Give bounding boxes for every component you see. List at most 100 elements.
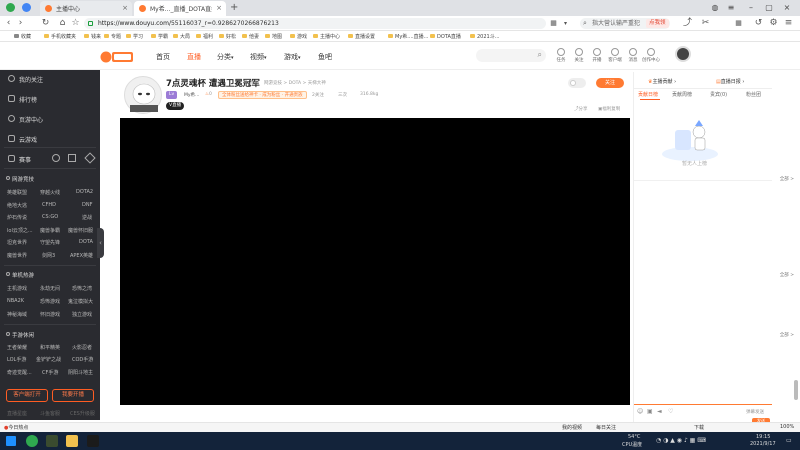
category-link[interactable]: 鬼泣模拟大 xyxy=(68,298,93,305)
start-icon[interactable] xyxy=(6,436,16,446)
tab-fan-club[interactable]: 粉丝团 xyxy=(746,91,761,98)
creator-center-button[interactable]: 创作中心 xyxy=(642,48,660,63)
minimize-icon[interactable]: – xyxy=(744,2,758,14)
tab-vip[interactable]: 贵宾(0) xyxy=(710,91,727,98)
category-link[interactable]: 独立游戏 xyxy=(72,311,92,318)
bookmark-item[interactable]: 好松 xyxy=(219,33,236,40)
footer-link[interactable]: CES升级服 xyxy=(70,410,95,417)
back-icon[interactable]: ‹ xyxy=(3,18,14,29)
reload-icon[interactable]: ↻ xyxy=(40,18,51,29)
category-link[interactable]: 神秘海域 xyxy=(7,311,27,318)
nav-live[interactable]: 直播 xyxy=(187,52,201,62)
task-icon-button[interactable]: 任务 xyxy=(552,48,570,63)
client-open-button[interactable]: 客户端打开 xyxy=(6,389,48,402)
sidebar-item-event[interactable]: 赛事 xyxy=(8,155,31,164)
category-link[interactable]: 阴阳斗地主 xyxy=(68,369,93,376)
star-icon[interactable]: ☆ xyxy=(70,18,81,29)
category-link[interactable]: 穿越火线 xyxy=(40,189,60,196)
category-link[interactable]: 守望先锋 xyxy=(40,239,60,246)
emoji-icon[interactable]: ☺ xyxy=(637,408,643,415)
sidebar-item-cloudgame[interactable]: 云游戏 xyxy=(8,135,37,144)
streamer-name[interactable]: My希... xyxy=(184,92,199,98)
theme-toggle[interactable] xyxy=(568,78,586,88)
maximize-icon[interactable]: ▢ xyxy=(762,2,776,14)
sidebar-item-ranking[interactable]: 排行榜 xyxy=(8,95,37,104)
grid-icon[interactable]: ▦ xyxy=(548,18,559,29)
more-icon[interactable]: ≡ xyxy=(783,18,794,29)
tab-daily-rank[interactable]: 贡献日榜 xyxy=(638,91,658,98)
bookmark-item[interactable]: My希....直播... xyxy=(388,33,428,40)
vertical-scrollbar[interactable] xyxy=(794,380,798,400)
start-streaming-button[interactable]: 我要开播 xyxy=(52,389,94,402)
category-link[interactable]: DNF xyxy=(82,202,92,208)
category-link[interactable]: CFHD xyxy=(42,202,56,208)
share-icon[interactable]: ⤴ xyxy=(682,18,693,29)
category-link[interactable]: 和平精英 xyxy=(40,344,60,351)
user-avatar[interactable] xyxy=(675,46,691,62)
category-link[interactable]: 绝地大逃 xyxy=(7,202,27,209)
video-player[interactable] xyxy=(120,118,630,405)
category-link[interactable]: 剑网3 xyxy=(42,252,55,259)
category-link[interactable]: 王者荣耀 xyxy=(7,344,27,351)
gift-icon[interactable]: ▣ xyxy=(647,408,653,415)
bookmark-item[interactable]: 收藏 xyxy=(14,33,31,40)
category-link[interactable]: 魔兽世界 xyxy=(7,252,27,259)
bookmark-item[interactable]: 地图 xyxy=(265,33,282,40)
game-taskbar-icon[interactable] xyxy=(46,435,58,447)
hot-news-link[interactable]: ●今日热点 xyxy=(4,424,28,431)
apps-icon[interactable]: ▦ xyxy=(733,18,744,29)
bookmark-item[interactable]: 2021斗... xyxy=(470,33,500,40)
section-more-link[interactable]: 全部 > xyxy=(780,176,794,182)
category-link[interactable]: 永劫无间 xyxy=(40,285,60,292)
user-icon[interactable]: ◍ xyxy=(708,2,722,14)
megaphone-icon[interactable]: ◄ xyxy=(657,408,662,415)
settings-icon[interactable]: ⚙ xyxy=(768,18,779,29)
category-link[interactable]: 炉石传说 xyxy=(7,214,27,221)
dota-icon[interactable] xyxy=(68,154,76,162)
daily-report-link[interactable]: ▤直播日报 › xyxy=(716,78,744,85)
tray-icons[interactable]: ◔ ◑ ▲ ◉ ♪ ▦ ⌨ xyxy=(656,437,706,444)
category-link[interactable]: 怀旧游戏 xyxy=(40,311,60,318)
category-link[interactable]: CF手游 xyxy=(42,369,58,376)
bookmark-item[interactable]: 直播设置 xyxy=(348,33,375,40)
dropdown-icon[interactable]: ▾ xyxy=(560,18,571,29)
tab-live-room[interactable]: My希..._直播_DOTA直播_斗鱼直... × xyxy=(134,1,226,16)
section-more-link[interactable]: 全部 > xyxy=(780,272,794,278)
bookmark-item[interactable]: 学霸 xyxy=(151,33,168,40)
zoom-level[interactable]: 100% xyxy=(780,424,794,430)
category-link[interactable]: DOTA xyxy=(79,239,93,245)
status-video-link[interactable]: 我的视频 xyxy=(562,424,582,431)
start-live-button[interactable]: 开播 xyxy=(588,48,606,63)
new-tab-button[interactable]: + xyxy=(230,2,238,13)
undo-icon[interactable]: ↺ xyxy=(753,18,764,29)
promo-badge[interactable]: 点我领 xyxy=(646,19,669,28)
bookmark-item[interactable]: 钱来 xyxy=(84,33,101,40)
room-category[interactable]: 网游竞技 > DOTA > 天梯大神 xyxy=(264,80,326,86)
category-link[interactable]: 逆战 xyxy=(82,214,92,221)
category-link[interactable]: COD手游 xyxy=(72,356,93,363)
category-link[interactable]: 魔兽争霸 xyxy=(40,227,60,234)
sidebar-collapse-button[interactable]: ‹ xyxy=(97,228,104,258)
notification-icon[interactable]: ▭ xyxy=(786,437,792,444)
bookmark-item[interactable]: 主播中心 xyxy=(313,33,340,40)
sidebar-item-webgame[interactable]: 页游中心 xyxy=(8,115,43,124)
category-link[interactable]: 金铲铲之战 xyxy=(36,356,61,363)
footer-link[interactable]: 斗鱼客服 xyxy=(40,410,60,417)
bookmark-item[interactable]: 游戏 xyxy=(290,33,307,40)
message-button[interactable]: 消息 xyxy=(624,48,642,63)
browser-menu-icon[interactable] xyxy=(22,3,31,12)
home-icon[interactable]: ⌂ xyxy=(57,18,68,29)
close-icon[interactable]: × xyxy=(216,4,222,12)
category-link[interactable]: 恐怖之湾 xyxy=(72,285,92,292)
tab-anchor-center[interactable]: 主播中心 × xyxy=(40,1,132,16)
douyu-logo[interactable] xyxy=(100,50,134,64)
welfare-link[interactable]: ▣福利复制 xyxy=(598,106,620,112)
category-link[interactable]: 恐怖游戏 xyxy=(40,298,60,305)
follow-icon-button[interactable]: 关注 xyxy=(570,48,588,63)
status-download-link[interactable]: 下载 xyxy=(694,424,704,431)
tab-weekly-rank[interactable]: 贡献周榜 xyxy=(672,91,692,98)
bookmark-item[interactable]: DOTA直播 xyxy=(430,33,461,40)
streamer-avatar[interactable] xyxy=(124,76,162,114)
nav-video[interactable]: 视频▾ xyxy=(250,52,267,62)
url-input[interactable]: https://www.douyu.com/55116037_r=0.92862… xyxy=(84,18,546,29)
